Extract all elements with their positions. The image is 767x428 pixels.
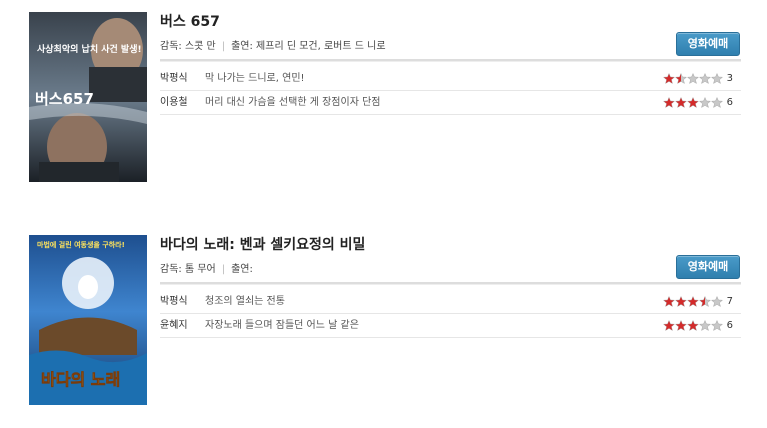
review-comment: 막 나가는 드니로, 연민!: [205, 73, 305, 84]
star-rating: [663, 97, 723, 108]
star-icon: [663, 97, 675, 108]
review-row: 박평식 청조의 열쇠는 전통 7: [160, 290, 741, 314]
star-icon: [663, 320, 675, 331]
star-icon: [699, 97, 711, 108]
review-score: 6: [726, 320, 733, 331]
review-comment: 자장노래 들으며 잠들던 어느 날 같은: [205, 320, 359, 331]
star-icon: [711, 97, 723, 108]
star-icon: [711, 320, 723, 331]
poster-title: 버스657: [35, 90, 94, 108]
star-icon: [687, 73, 699, 84]
reviewer-name: 윤혜지: [160, 320, 188, 331]
movie-credits: 감독: 톰 무어 | 출연:: [160, 263, 253, 277]
star-icon: [711, 296, 723, 307]
review-score: 6: [726, 97, 733, 108]
director-label: 감독: 스콧 만: [160, 41, 216, 52]
review-score: 3: [726, 73, 733, 84]
reviewer-name: 이용철: [160, 97, 188, 108]
star-icon: [699, 73, 711, 84]
movie-poster[interactable]: 마법에 걸린 여동생을 구하라! 바다의 노래: [29, 235, 147, 405]
star-icon: [675, 320, 687, 331]
star-rating: [663, 320, 723, 331]
cast-label: 출연: 제프리 딘 모건, 로버트 드 니로: [231, 41, 386, 52]
divider: [160, 59, 741, 62]
star-rating: [663, 73, 723, 84]
book-ticket-button[interactable]: 영화예매: [676, 255, 740, 279]
review-comment: 머리 대신 가슴을 선택한 게 장점이자 단점: [205, 97, 381, 108]
star-icon: [675, 97, 687, 108]
star-icon: [663, 296, 675, 307]
star-icon: [675, 296, 687, 307]
review-row: 이용철 머리 대신 가슴을 선택한 게 장점이자 단점 6: [160, 91, 741, 115]
poster-tagline: 사상최악의 납치 사건 발생!: [37, 43, 142, 55]
movie-title[interactable]: 바다의 노래: 벤과 셀키요정의 비밀: [160, 235, 741, 255]
review-row: 박평식 막 나가는 드니로, 연민! 3: [160, 67, 741, 91]
movie-credits: 감독: 스콧 만 | 출연: 제프리 딘 모건, 로버트 드 니로: [160, 40, 386, 54]
poster-title: 바다의 노래: [41, 370, 120, 389]
review-list: 박평식 청조의 열쇠는 전통 7 윤혜지 자장노래 들으며 잠들던 어느 날 같…: [160, 290, 741, 338]
reviewer-name: 박평식: [160, 73, 188, 84]
book-ticket-button[interactable]: 영화예매: [676, 32, 740, 56]
star-icon: [675, 73, 687, 84]
review-list: 박평식 막 나가는 드니로, 연민! 3 이용철 머리 대신 가슴을 선택한 게…: [160, 67, 741, 115]
separator: |: [221, 264, 226, 275]
separator: |: [221, 41, 226, 52]
movie-poster[interactable]: 사상최악의 납치 사건 발생! 버스657: [29, 12, 147, 182]
review-row: 윤혜지 자장노래 들으며 잠들던 어느 날 같은 6: [160, 314, 741, 338]
poster-tagline: 마법에 걸린 여동생을 구하라!: [37, 240, 125, 249]
star-rating: [663, 296, 723, 307]
star-icon: [699, 296, 711, 307]
reviewer-name: 박평식: [160, 296, 188, 307]
divider: [160, 282, 741, 285]
cast-label: 출연:: [231, 264, 253, 275]
movie-title[interactable]: 버스 657: [160, 12, 741, 32]
star-icon: [699, 320, 711, 331]
director-label: 감독: 톰 무어: [160, 264, 216, 275]
star-icon: [711, 73, 723, 84]
star-icon: [687, 97, 699, 108]
star-icon: [687, 320, 699, 331]
review-comment: 청조의 열쇠는 전통: [205, 296, 285, 307]
review-score: 7: [726, 296, 733, 307]
star-icon: [663, 73, 675, 84]
star-icon: [687, 296, 699, 307]
